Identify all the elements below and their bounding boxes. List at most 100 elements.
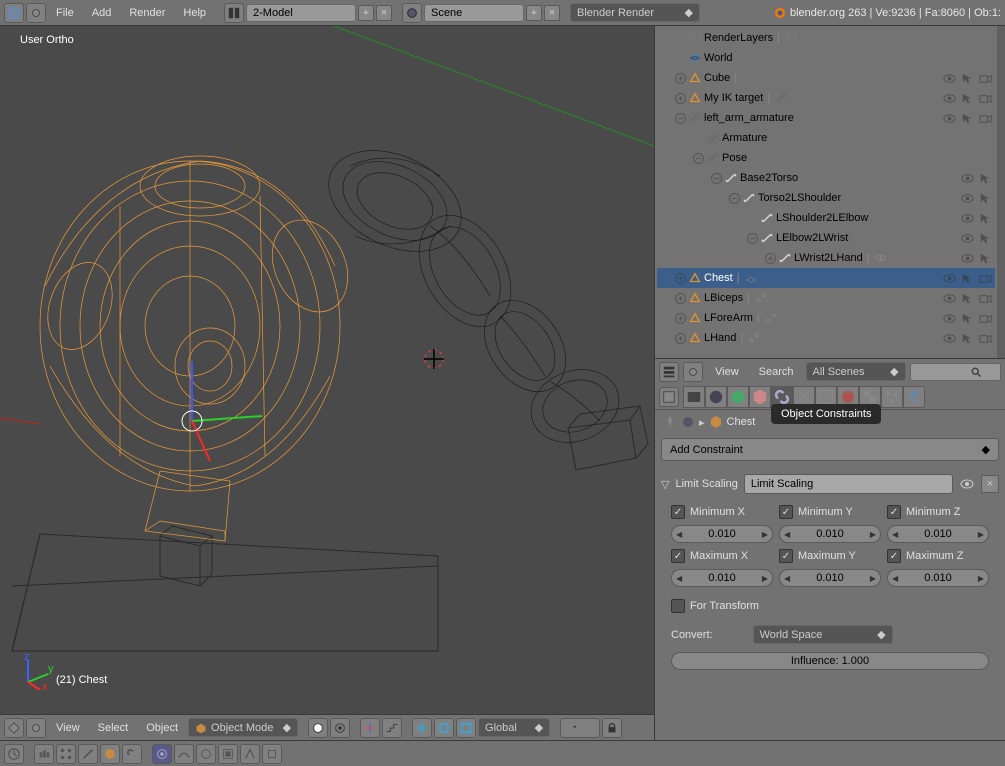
tab-scene[interactable] xyxy=(705,386,727,408)
outliner-editor-icon[interactable] xyxy=(659,362,679,382)
selectable-icon[interactable] xyxy=(960,111,975,126)
min-z-checkbox[interactable]: Minimum Z xyxy=(887,505,989,519)
editor-type-icon[interactable] xyxy=(4,718,24,738)
min-y-checkbox[interactable]: Minimum Y xyxy=(779,505,881,519)
constraint-name-field[interactable] xyxy=(744,474,953,494)
falloff-sphere-icon[interactable] xyxy=(196,744,216,764)
selectable-icon[interactable] xyxy=(960,91,975,106)
render-engine-dropdown[interactable]: Blender Render◆ xyxy=(570,3,700,22)
snap-face-icon[interactable] xyxy=(100,744,120,764)
expand-minus-icon[interactable] xyxy=(693,153,704,164)
pivot-point-icon[interactable] xyxy=(330,718,350,738)
orientation-dropdown[interactable]: Global◆ xyxy=(478,718,550,737)
renderable-icon[interactable] xyxy=(978,91,993,106)
info-editor-icon[interactable] xyxy=(4,3,24,23)
layout-delete-button[interactable]: × xyxy=(376,5,392,21)
influence-slider[interactable]: Influence: 1.000 xyxy=(671,652,989,670)
renderable-icon[interactable] xyxy=(978,311,993,326)
tab-physics[interactable] xyxy=(903,386,925,408)
min-x-value[interactable]: ◀0.010▶ xyxy=(671,525,773,543)
expand-plus-icon[interactable] xyxy=(765,253,776,264)
visibility-icon[interactable] xyxy=(960,251,975,266)
visibility-icon[interactable] xyxy=(942,111,957,126)
tree-row[interactable]: RenderLayers| xyxy=(657,28,995,48)
scene-delete-button[interactable]: × xyxy=(544,5,560,21)
tree-row[interactable]: LShoulder2LElbow xyxy=(657,208,995,228)
layout-browse-icon[interactable] xyxy=(224,3,244,23)
scene-add-button[interactable]: + xyxy=(526,5,542,21)
convert-space-dropdown[interactable]: World Space◆ xyxy=(753,625,893,644)
visibility-icon[interactable] xyxy=(942,91,957,106)
collapse-menus-icon[interactable] xyxy=(26,718,46,738)
max-y-value[interactable]: ◀0.010▶ xyxy=(779,569,881,587)
timeline-editor-icon[interactable] xyxy=(4,744,24,764)
tab-render[interactable] xyxy=(683,386,705,408)
tree-row[interactable]: LForeArm| xyxy=(657,308,995,328)
lock-camera-layers-icon[interactable] xyxy=(602,718,622,738)
tab-particles[interactable] xyxy=(881,386,903,408)
menu-help[interactable]: Help xyxy=(175,4,214,22)
max-z-value[interactable]: ◀0.010▶ xyxy=(887,569,989,587)
outliner-scrollbar[interactable] xyxy=(997,26,1005,358)
pin-icon[interactable] xyxy=(663,415,677,429)
selectable-icon[interactable] xyxy=(978,191,993,206)
snap-edge-icon[interactable] xyxy=(78,744,98,764)
visibility-icon[interactable] xyxy=(942,331,957,346)
visibility-icon[interactable] xyxy=(960,231,975,246)
selectable-icon[interactable] xyxy=(978,211,993,226)
tab-world[interactable] xyxy=(727,386,749,408)
falloff-root-icon[interactable] xyxy=(218,744,238,764)
renderable-icon[interactable] xyxy=(978,291,993,306)
expand-plus-icon[interactable] xyxy=(675,313,686,324)
manip-translate-icon[interactable] xyxy=(412,718,432,738)
tree-row[interactable]: LWrist2LHand| xyxy=(657,248,995,268)
menu-object-3d[interactable]: Object xyxy=(138,719,186,737)
selectable-icon[interactable] xyxy=(960,311,975,326)
selectable-icon[interactable] xyxy=(960,71,975,86)
for-transform-checkbox[interactable]: For Transform xyxy=(671,599,989,613)
tree-row[interactable]: Base2Torso xyxy=(657,168,995,188)
expand-icon[interactable] xyxy=(26,3,46,23)
outliner-display-mode[interactable]: All Scenes◆ xyxy=(806,362,906,381)
expand-minus-icon[interactable] xyxy=(729,193,740,204)
expand-plus-icon[interactable] xyxy=(675,333,686,344)
tree-row[interactable]: Torso2LShoulder xyxy=(657,188,995,208)
snap-volume-icon[interactable] xyxy=(122,744,142,764)
menu-select-3d[interactable]: Select xyxy=(90,719,137,737)
tree-row[interactable]: My IK target| xyxy=(657,88,995,108)
selectable-icon[interactable] xyxy=(960,291,975,306)
falloff-smooth-icon[interactable] xyxy=(174,744,194,764)
outliner-tree[interactable]: RenderLayers|WorldCube|My IK target|left… xyxy=(655,26,997,358)
tree-row[interactable]: LHand| xyxy=(657,328,995,348)
constraint-delete-button[interactable]: × xyxy=(981,475,999,493)
layers-selector[interactable] xyxy=(560,718,600,738)
expand-minus-icon[interactable] xyxy=(675,113,686,124)
snap-increment-icon[interactable] xyxy=(34,744,54,764)
max-x-value[interactable]: ◀0.010▶ xyxy=(671,569,773,587)
visibility-icon[interactable] xyxy=(960,191,975,206)
min-x-checkbox[interactable]: Minimum X xyxy=(671,505,773,519)
expand-plus-icon[interactable] xyxy=(675,73,686,84)
menu-add[interactable]: Add xyxy=(84,4,120,22)
falloff-linear-icon[interactable] xyxy=(262,744,282,764)
mode-dropdown[interactable]: Object Mode◆ xyxy=(188,718,298,737)
viewport-shading-icon[interactable] xyxy=(308,718,328,738)
menu-render[interactable]: Render xyxy=(121,4,173,22)
outliner-collapse-icon[interactable] xyxy=(683,362,703,382)
layout-add-button[interactable]: + xyxy=(358,5,374,21)
visibility-icon[interactable] xyxy=(942,271,957,286)
properties-editor-icon[interactable] xyxy=(659,387,679,407)
tree-row[interactable]: left_arm_armature xyxy=(657,108,995,128)
visibility-icon[interactable] xyxy=(942,71,957,86)
tree-row[interactable]: World xyxy=(657,48,995,68)
expand-plus-icon[interactable] xyxy=(675,93,686,104)
3d-viewport[interactable]: User Ortho xyxy=(0,26,654,714)
tree-row[interactable]: Pose xyxy=(657,148,995,168)
panel-collapse-icon[interactable]: ▽ xyxy=(661,478,669,491)
visibility-icon[interactable] xyxy=(960,211,975,226)
steps-icon[interactable] xyxy=(382,718,402,738)
outliner-menu-search[interactable]: Search xyxy=(751,363,802,381)
selectable-icon[interactable] xyxy=(960,271,975,286)
menu-view-3d[interactable]: View xyxy=(48,719,88,737)
tree-row[interactable]: Chest| xyxy=(657,268,995,288)
